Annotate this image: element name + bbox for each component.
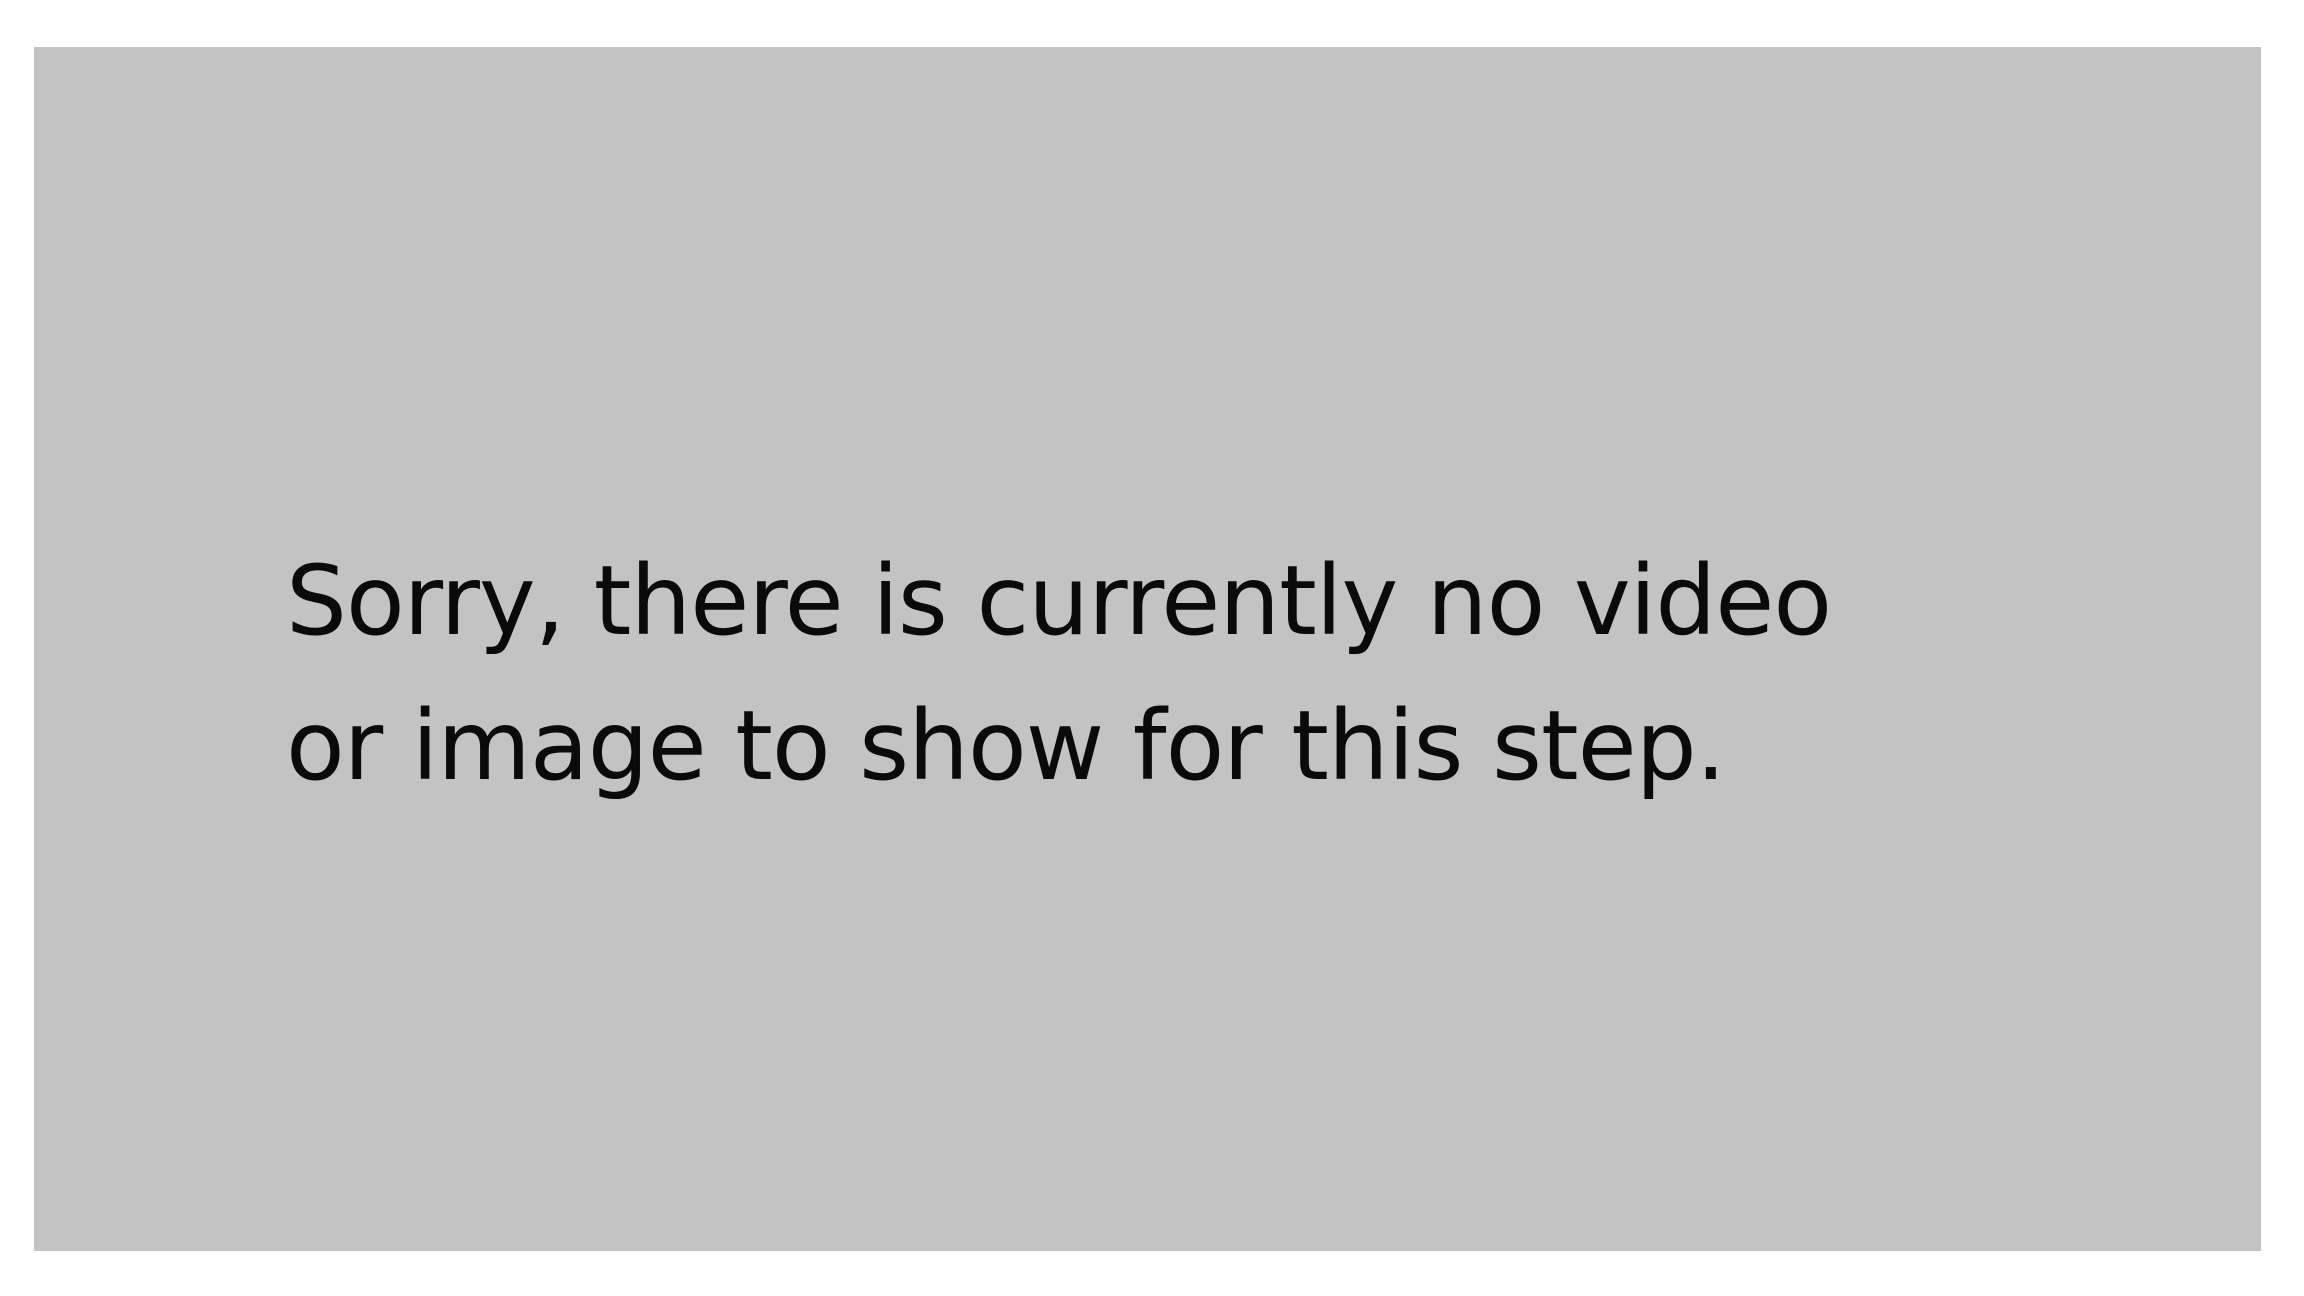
- no-media-placeholder-panel: Sorry, there is currently no video or im…: [34, 47, 2261, 1251]
- no-media-message-line-1: Sorry, there is currently no video: [286, 545, 1832, 657]
- no-media-message: Sorry, there is currently no video or im…: [286, 529, 2036, 819]
- no-media-message-line-2: or image to show for this step.: [286, 690, 1726, 802]
